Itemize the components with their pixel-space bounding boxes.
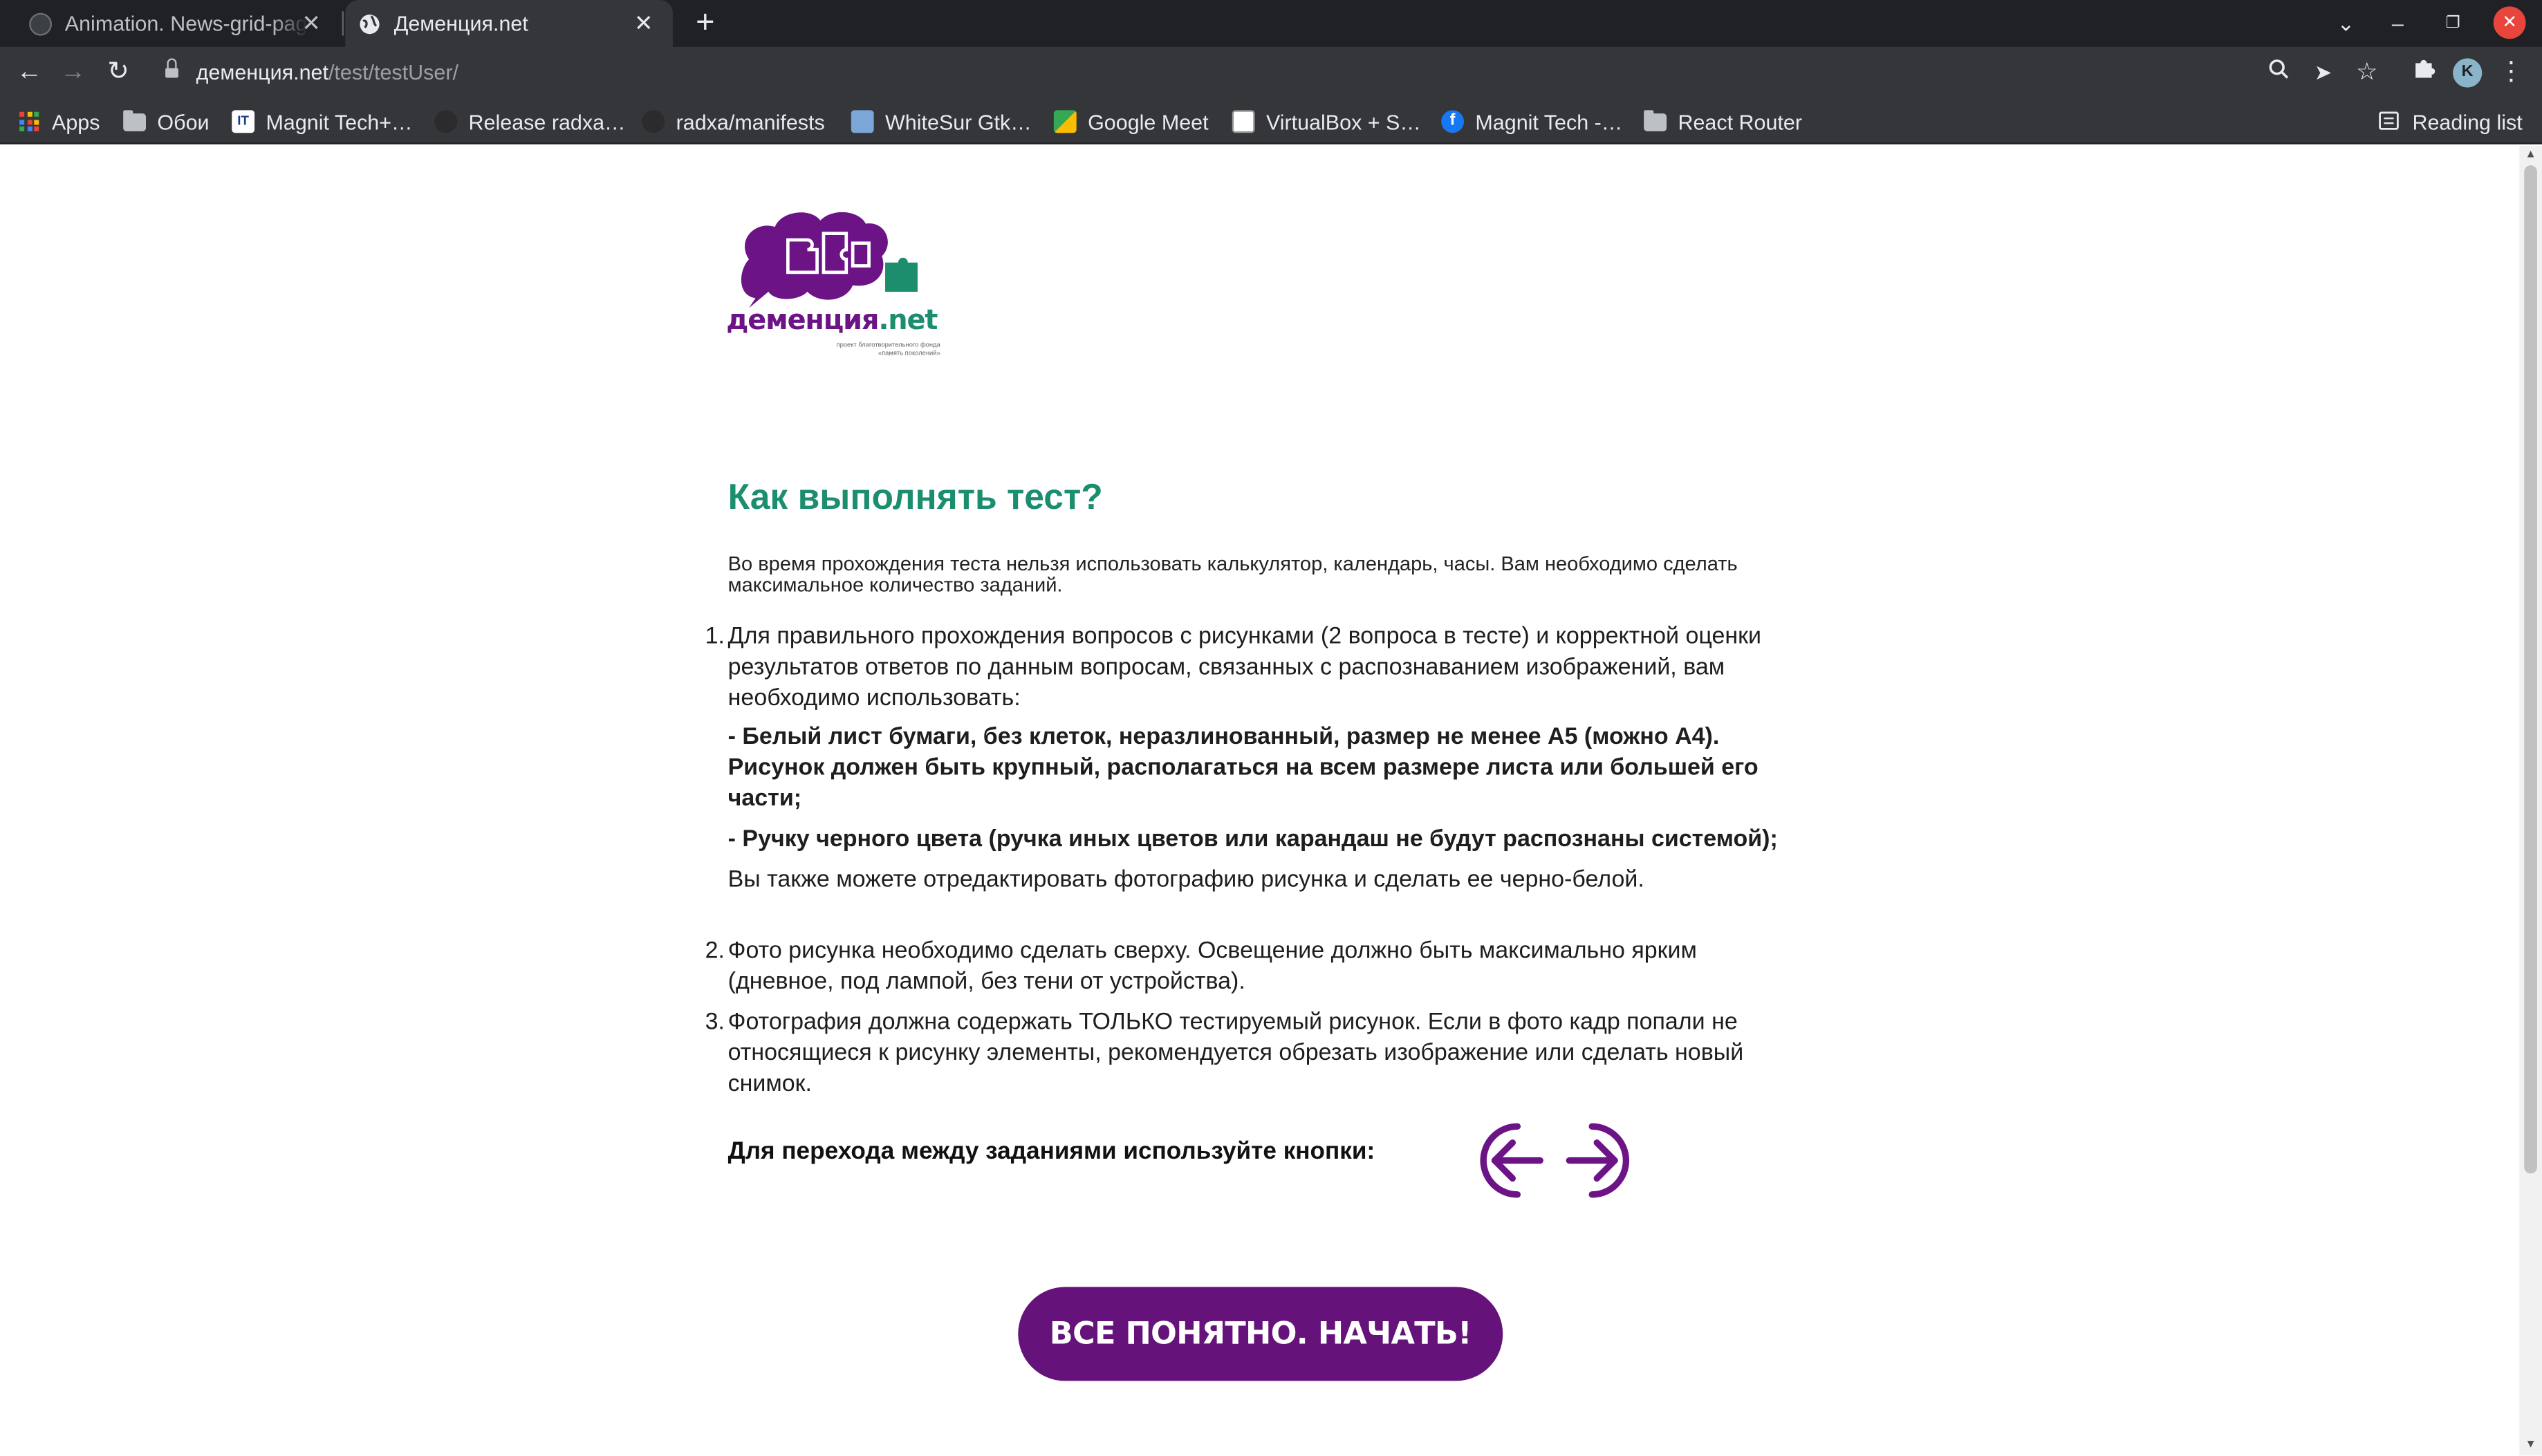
tab-title: Деменция.net xyxy=(393,11,528,36)
github-icon xyxy=(434,110,458,133)
page-title: Как выполнять тест? xyxy=(727,476,1103,517)
list-item-text: Для правильного прохождения вопросов с р… xyxy=(727,624,1762,712)
bookmark-magnit-tech-plus[interactable]: IT Magnit Tech+… xyxy=(232,107,413,136)
list-item-text: Фото рисунка необходимо сделать сверху. … xyxy=(727,938,1697,996)
bookmark-virtualbox[interactable]: VirtualBox + S… xyxy=(1232,107,1421,136)
reading-list-icon xyxy=(2378,110,2401,133)
folder-icon xyxy=(1644,109,1667,131)
close-tab-icon[interactable]: ✕ xyxy=(298,10,324,36)
reading-list-button[interactable]: Reading list xyxy=(2378,107,2523,136)
extensions-icon[interactable] xyxy=(2406,55,2442,91)
close-tab-icon[interactable]: ✕ xyxy=(631,10,657,36)
tab-title: Animation. News-grid-page xyxy=(64,11,308,36)
navigation-hint: Для перехода между заданиями используйте… xyxy=(727,1137,1375,1166)
bookmark-magnit-tech[interactable]: f Magnit Tech -… xyxy=(1441,107,1622,136)
tab-divider xyxy=(342,11,344,36)
bookmark-radxa-manifests[interactable]: radxa/manifests xyxy=(642,107,825,136)
scroll-down-icon[interactable]: ▼ xyxy=(2524,1439,2537,1453)
minimize-icon[interactable]: – xyxy=(2380,6,2416,42)
meet-icon xyxy=(1053,110,1077,133)
bookmark-apps[interactable]: Apps xyxy=(19,107,100,136)
whitesur-icon xyxy=(851,110,874,133)
bookmark-react-router[interactable]: React Router xyxy=(1644,107,1802,136)
scroll-thumb[interactable] xyxy=(2524,165,2537,1174)
bookmark-whitesur-gtk[interactable]: WhiteSur Gtk… xyxy=(851,107,1032,136)
reload-icon[interactable]: ↻ xyxy=(100,55,136,91)
logo-subtitle: проект благотворительного фонда «память … xyxy=(836,340,940,357)
bookmark-star-icon[interactable]: ☆ xyxy=(2349,55,2385,91)
forward-icon[interactable]: → xyxy=(55,55,91,91)
virtualbox-icon xyxy=(1232,110,1255,133)
lock-icon[interactable] xyxy=(165,58,178,80)
brain-puzzle-logo-icon xyxy=(741,212,918,308)
page-content: деменция.net проект благотворительного ф… xyxy=(0,145,2520,1456)
apps-grid-icon xyxy=(19,111,39,131)
tab-news-grid[interactable]: Animation. News-grid-page ✕ xyxy=(0,0,340,47)
new-tab-button[interactable]: + xyxy=(687,5,723,41)
globe-icon xyxy=(358,12,381,35)
browser-toolbar: ← → ↻ деменция.net/test/testUser/ ➤ ☆ K … xyxy=(0,46,2542,100)
tab-dementia[interactable]: Деменция.net ✕ xyxy=(345,0,673,47)
bookmark-release-radxa[interactable]: Release radxa… xyxy=(434,107,626,136)
requirement-pen: - Ручку черного цвета (ручка иных цветов… xyxy=(727,826,1778,853)
page-scrollbar[interactable]: ▲ ▼ xyxy=(2519,145,2542,1456)
github-icon xyxy=(29,12,53,35)
close-window-icon[interactable]: ✕ xyxy=(2493,6,2526,39)
bookmarks-bar: Apps Обои IT Magnit Tech+… Release radxa… xyxy=(0,99,2542,144)
intro-text: Во время прохождения теста нельзя исполь… xyxy=(727,552,1738,596)
requirement-paper: - Белый лист бумаги, без клеток, неразли… xyxy=(727,724,1759,812)
next-arrow-icon xyxy=(1563,1121,1631,1200)
bookmark-google-meet[interactable]: Google Meet xyxy=(1053,107,1209,136)
profile-avatar[interactable]: K xyxy=(2453,58,2483,88)
url-text: деменция.net/test/testUser/ xyxy=(196,59,458,84)
github-icon xyxy=(642,110,665,133)
tab-search-icon[interactable]: ⌄ xyxy=(2328,6,2364,42)
list-item-text: Фотография должна содержать ТОЛЬКО тести… xyxy=(727,1009,1744,1098)
menu-icon[interactable]: ⋮ xyxy=(2494,55,2530,91)
scroll-up-icon[interactable]: ▲ xyxy=(2524,149,2537,162)
restore-icon[interactable]: ❐ xyxy=(2435,6,2471,42)
back-icon[interactable]: ← xyxy=(11,55,47,91)
tab-strip: Animation. News-grid-page ✕ Деменция.net… xyxy=(0,0,2542,47)
it-icon: IT xyxy=(232,110,255,133)
zoom-icon[interactable] xyxy=(2260,55,2296,91)
bookmark-oboi[interactable]: Обои xyxy=(123,107,210,136)
start-test-button[interactable]: ВСЕ ПОНЯТНО. НАЧАТЬ! xyxy=(1018,1287,1503,1381)
edit-photo-note: Вы также можете отредактировать фотограф… xyxy=(727,867,1644,893)
prev-arrow-icon xyxy=(1478,1121,1546,1200)
logo-wordmark: деменция.net xyxy=(726,304,938,337)
folder-icon xyxy=(123,109,146,131)
facebook-icon: f xyxy=(1441,110,1464,133)
address-bar[interactable]: деменция.net/test/testUser/ xyxy=(149,52,2398,94)
send-icon[interactable]: ➤ xyxy=(2306,55,2341,91)
site-logo[interactable]: деменция.net проект благотворительного ф… xyxy=(726,204,940,366)
